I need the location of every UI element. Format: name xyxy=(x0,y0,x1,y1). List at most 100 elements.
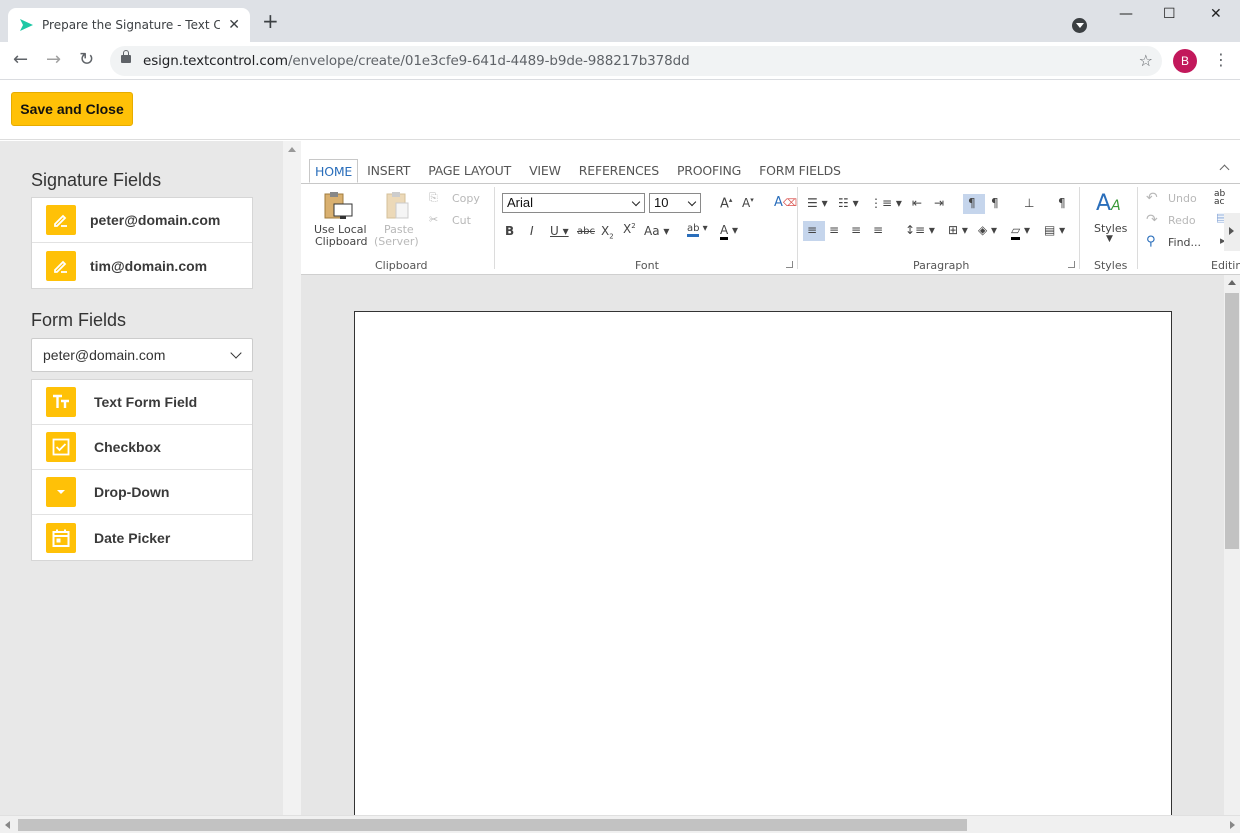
pen-icon xyxy=(46,250,76,281)
checkbox-icon xyxy=(46,432,76,462)
horizontal-scrollbar[interactable] xyxy=(0,815,1240,833)
scroll-up-arrow-icon[interactable] xyxy=(288,147,296,152)
font-color-icon[interactable]: A ▾ xyxy=(720,223,738,240)
scroll-right-arrow-icon[interactable] xyxy=(1230,821,1235,829)
tab-references[interactable]: REFERENCES xyxy=(570,159,668,183)
styles-dropdown-icon: ▼ xyxy=(1106,234,1113,244)
forward-arrow-icon[interactable]: → xyxy=(46,51,61,69)
subscript-icon[interactable]: X2 xyxy=(601,224,614,240)
editor-ribbon: HOME INSERT PAGE LAYOUT VIEW REFERENCES … xyxy=(301,141,1240,275)
tab-close-icon[interactable]: ✕ xyxy=(228,17,240,33)
form-field-item-dropdown[interactable]: Drop-Down xyxy=(32,470,252,515)
multilevel-list-icon[interactable]: ⋮≡ ▾ xyxy=(870,196,902,210)
numbering-icon[interactable]: ☷ ▾ xyxy=(838,196,859,210)
form-field-label: Date Picker xyxy=(94,529,171,546)
grow-font-icon[interactable]: A▴ xyxy=(720,196,732,211)
reload-icon[interactable]: ↻ xyxy=(79,51,94,69)
replace-icon[interactable]: ab ac xyxy=(1214,190,1225,207)
browser-tab[interactable]: Prepare the Signature - Text Control ✕ xyxy=(8,8,250,42)
browser-tab-strip: Prepare the Signature - Text Control ✕ +… xyxy=(0,0,1240,42)
document-page[interactable] xyxy=(354,311,1172,831)
tab-home[interactable]: HOME xyxy=(309,159,359,183)
justify-icon[interactable]: ≡ xyxy=(873,223,883,237)
bullets-icon[interactable]: ☰ ▾ xyxy=(807,196,828,210)
scroll-left-arrow-icon[interactable] xyxy=(5,821,10,829)
save-and-close-button[interactable]: Save and Close xyxy=(11,92,133,126)
frame-color-icon[interactable]: ▱ ▾ xyxy=(1011,223,1030,240)
align-right-icon[interactable]: ≡ xyxy=(851,223,861,237)
align-left-icon[interactable]: ≡ xyxy=(807,223,817,237)
right-to-left-icon[interactable]: ¶ xyxy=(991,196,999,210)
clear-formatting-icon[interactable]: A⌫ xyxy=(774,195,797,210)
signature-field-item[interactable]: peter@domain.com xyxy=(32,198,252,243)
vertical-scroll-thumb[interactable] xyxy=(1225,293,1239,549)
profile-avatar[interactable]: B xyxy=(1173,49,1197,73)
chevron-down-icon xyxy=(631,197,641,207)
font-family-select[interactable]: Arial xyxy=(502,193,645,213)
recipient-select[interactable]: peter@domain.com xyxy=(31,338,253,372)
italic-icon[interactable]: I xyxy=(530,224,534,238)
borders-icon[interactable]: ⊞ ▾ xyxy=(948,223,968,237)
align-center-icon[interactable]: ≡ xyxy=(829,223,839,237)
increase-indent-icon[interactable]: ⇥ xyxy=(934,196,944,210)
cut-button[interactable]: Cut xyxy=(452,214,471,227)
bookmark-star-icon[interactable]: ☆ xyxy=(1139,51,1153,70)
tab-view[interactable]: VIEW xyxy=(520,159,570,183)
textcontrol-favicon-icon xyxy=(20,19,33,31)
left-to-right-icon[interactable]: ¶ xyxy=(968,196,976,210)
browser-toolbar: ← → ↻ esign.textcontrol.com/envelope/cre… xyxy=(0,42,1240,80)
url-text[interactable]: esign.textcontrol.com/envelope/create/01… xyxy=(143,53,690,69)
font-dialog-launcher-icon[interactable] xyxy=(786,261,793,268)
minimize-button[interactable]: — xyxy=(1119,6,1133,22)
shading-icon[interactable]: ◈ ▾ xyxy=(978,223,997,237)
copy-button[interactable]: Copy xyxy=(452,192,480,205)
font-size-select[interactable]: 10 xyxy=(649,193,701,213)
show-marks-icon[interactable]: ¶ xyxy=(1058,196,1066,210)
maximize-button[interactable]: ☐ xyxy=(1163,6,1176,22)
editing-group-title: Editing xyxy=(1211,259,1240,272)
frame-style-icon[interactable]: ▤ ▾ xyxy=(1044,223,1065,237)
horizontal-scroll-thumb[interactable] xyxy=(18,819,967,831)
underline-icon[interactable]: U ▾ xyxy=(550,224,569,238)
paragraph-dialog-launcher-icon[interactable] xyxy=(1068,261,1075,268)
group-separator xyxy=(1137,187,1138,269)
undo-button[interactable]: Undo xyxy=(1168,192,1197,205)
form-field-item-checkbox[interactable]: Checkbox xyxy=(32,425,252,470)
line-spacing-icon[interactable]: ↕≡ ▾ xyxy=(905,223,935,237)
address-bar[interactable]: esign.textcontrol.com/envelope/create/01… xyxy=(110,46,1162,76)
vertical-scrollbar[interactable] xyxy=(1224,275,1240,815)
tab-search-icon[interactable] xyxy=(1072,18,1087,33)
back-arrow-icon[interactable]: ← xyxy=(13,51,28,69)
paragraph-group-title: Paragraph xyxy=(913,259,970,272)
tab-form-fields[interactable]: FORM FIELDS xyxy=(750,159,850,183)
fields-sidebar: Signature Fields peter@domain.com tim@do… xyxy=(0,141,283,833)
scroll-up-arrow-icon[interactable] xyxy=(1228,280,1236,285)
redo-icon: ↷ xyxy=(1146,212,1158,228)
window-close-button[interactable]: ✕ xyxy=(1210,6,1222,22)
form-field-item-text[interactable]: Text Form Field xyxy=(32,380,252,425)
highlight-color-icon[interactable]: ab ▾ xyxy=(687,223,708,237)
document-viewport[interactable] xyxy=(301,275,1224,831)
decrease-indent-icon[interactable]: ⇤ xyxy=(912,196,922,210)
tab-proofing[interactable]: PROOFING xyxy=(668,159,750,183)
app-header: Save and Close xyxy=(0,80,1240,140)
ribbon-tabs: HOME INSERT PAGE LAYOUT VIEW REFERENCES … xyxy=(309,159,850,183)
bold-icon[interactable]: B xyxy=(505,224,514,238)
panel-splitter[interactable] xyxy=(283,141,301,833)
page-break-icon[interactable]: ⊥ xyxy=(1024,196,1034,210)
browser-menu-icon[interactable]: ⋮ xyxy=(1213,50,1229,69)
new-tab-button[interactable]: + xyxy=(262,11,279,31)
signature-field-label: tim@domain.com xyxy=(90,257,208,274)
redo-button[interactable]: Redo xyxy=(1168,214,1196,227)
shrink-font-icon[interactable]: A▾ xyxy=(742,196,754,210)
ribbon-collapse-icon[interactable] xyxy=(1219,164,1230,175)
tab-insert[interactable]: INSERT xyxy=(358,159,419,183)
find-button[interactable]: Find... xyxy=(1168,236,1201,249)
tab-page-layout[interactable]: PAGE LAYOUT xyxy=(419,159,520,183)
signature-field-item[interactable]: tim@domain.com xyxy=(32,243,252,288)
change-case-icon[interactable]: Aa ▾ xyxy=(644,224,669,238)
superscript-icon[interactable]: X2 xyxy=(623,222,636,236)
ribbon-scroll-right-button[interactable] xyxy=(1224,213,1240,251)
form-field-item-date[interactable]: Date Picker xyxy=(32,515,252,560)
strikethrough-icon[interactable]: abc xyxy=(577,226,595,237)
